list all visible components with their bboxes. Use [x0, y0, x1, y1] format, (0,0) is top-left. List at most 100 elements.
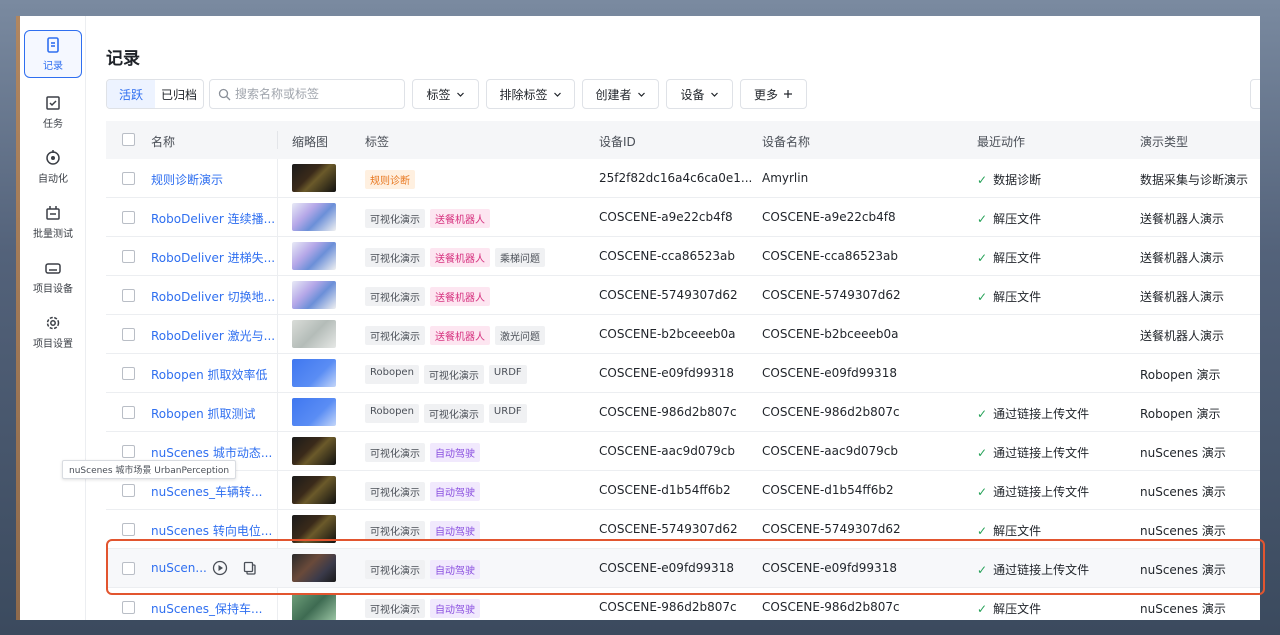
search-input[interactable]: [235, 87, 395, 101]
tag-badge[interactable]: 自动驾驶: [430, 443, 480, 462]
sidebar-item-project-devices[interactable]: 项目设备: [24, 253, 82, 301]
record-name-link[interactable]: Robopen 抓取测试: [151, 405, 256, 422]
table-row[interactable]: nuScenes_保持车... 可视化演示 自动驾驶 COSCENE-986d2b80…: [106, 588, 1260, 620]
record-thumbnail[interactable]: [292, 359, 336, 387]
row-checkbox[interactable]: [122, 211, 135, 224]
record-thumbnail[interactable]: [292, 476, 336, 504]
tag-badge[interactable]: 可视化演示: [365, 248, 425, 267]
toolbar-overflow-button[interactable]: [1250, 79, 1260, 109]
tag-badge[interactable]: 可视化演示: [365, 521, 425, 540]
demo-type-cell: Robopen 演示: [1140, 368, 1221, 382]
tag-badge[interactable]: 可视化演示: [365, 482, 425, 501]
row-checkbox[interactable]: [122, 172, 135, 185]
tag-badge[interactable]: 可视化演示: [365, 209, 425, 228]
record-thumbnail[interactable]: [292, 554, 336, 582]
record-name-link[interactable]: nuScenes 转向电位...: [151, 522, 272, 539]
tag-badge[interactable]: 乘梯问题: [495, 248, 545, 267]
creator-dropdown[interactable]: 创建者: [582, 79, 659, 109]
record-thumbnail[interactable]: [292, 320, 336, 348]
table-row[interactable]: RoboDeliver 进梯失... 可视化演示 送餐机器人 乘梯问题 COSCENE-…: [106, 237, 1260, 276]
tag-badge[interactable]: 自动驾驶: [430, 560, 480, 579]
row-checkbox[interactable]: [122, 445, 135, 458]
record-thumbnail[interactable]: [292, 242, 336, 270]
record-name-link[interactable]: nuScenes_车辆转...: [151, 483, 263, 500]
more-filters-button[interactable]: 更多: [740, 79, 807, 109]
play-icon[interactable]: [212, 560, 228, 576]
row-checkbox[interactable]: [122, 562, 135, 575]
row-checkbox[interactable]: [122, 406, 135, 419]
tag-badge[interactable]: 可视化演示: [365, 287, 425, 306]
table-row[interactable]: RoboDeliver 激光与... 可视化演示 送餐机器人 激光问题 COSCENE-…: [106, 315, 1260, 354]
sidebar-item-batch-test[interactable]: 批量测试: [24, 198, 82, 246]
table-row[interactable]: nuScenes_车辆转... 可视化演示 自动驾驶 COSCENE-d1b54ff6…: [106, 471, 1260, 510]
record-name-link[interactable]: RoboDeliver 激光与...: [151, 327, 275, 344]
table-row[interactable]: nuScenes 城市动态... 可视化演示 自动驾驶 COSCENE-aac9d07…: [106, 432, 1260, 471]
select-all-checkbox[interactable]: [122, 133, 135, 146]
tab-active[interactable]: 活跃: [107, 80, 155, 108]
row-checkbox[interactable]: [122, 250, 135, 263]
column-header-last-action[interactable]: 最近动作: [977, 133, 1025, 150]
tag-badge[interactable]: 送餐机器人: [430, 287, 490, 306]
tags-filter-dropdown[interactable]: 标签: [412, 79, 479, 109]
row-checkbox[interactable]: [122, 523, 135, 536]
tag-badge[interactable]: URDF: [488, 404, 527, 423]
record-thumbnail[interactable]: [292, 164, 336, 192]
tag-badge[interactable]: 送餐机器人: [430, 209, 490, 228]
sidebar-item-project-settings[interactable]: 项目设置: [24, 308, 82, 356]
device-name-cell: COSCENE-5749307d62: [762, 288, 901, 302]
table-row[interactable]: Robopen 抓取效率低 Robopen 可视化演示 URDF COSCENE-e09…: [106, 354, 1260, 393]
record-thumbnail[interactable]: [292, 437, 336, 465]
record-name-link[interactable]: RoboDeliver 切换地...: [151, 288, 275, 305]
record-thumbnail[interactable]: [292, 593, 336, 620]
tag-badge[interactable]: 送餐机器人: [430, 248, 490, 267]
tab-archived[interactable]: 已归档: [155, 80, 203, 108]
sidebar-item-automation[interactable]: 自动化: [24, 143, 82, 191]
tag-badge[interactable]: 送餐机器人: [430, 326, 490, 345]
column-header-device-id[interactable]: 设备ID: [599, 133, 636, 150]
row-checkbox[interactable]: [122, 484, 135, 497]
exclude-tags-dropdown[interactable]: 排除标签: [486, 79, 575, 109]
sidebar-item-tasks[interactable]: 任务: [24, 88, 82, 136]
record-name-link[interactable]: nuScen...: [151, 561, 207, 575]
tag-badge[interactable]: 自动驾驶: [430, 521, 480, 540]
column-header-device-name[interactable]: 设备名称: [762, 133, 810, 150]
tag-badge[interactable]: 可视化演示: [365, 560, 425, 579]
record-name-link[interactable]: RoboDeliver 进梯失...: [151, 249, 275, 266]
table-row[interactable]: nuScen... 可视化演示 自动驾驶 COSCENE-e09fd99318 COSC…: [106, 549, 1260, 588]
tag-badge[interactable]: 自动驾驶: [430, 599, 480, 618]
record-name-link[interactable]: Robopen 抓取效率低: [151, 366, 268, 383]
row-checkbox[interactable]: [122, 328, 135, 341]
record-thumbnail[interactable]: [292, 398, 336, 426]
table-row[interactable]: Robopen 抓取测试 Robopen 可视化演示 URDF COSCENE-986d…: [106, 393, 1260, 432]
tag-badge[interactable]: 可视化演示: [365, 443, 425, 462]
tag-badge[interactable]: 可视化演示: [365, 599, 425, 618]
table-row[interactable]: 规则诊断演示 规则诊断 25f2f82dc16a4c6ca0e1... Amyrlin…: [106, 159, 1260, 198]
tag-badge[interactable]: 可视化演示: [423, 404, 484, 423]
tag-badge[interactable]: 可视化演示: [423, 365, 484, 384]
tag-badge[interactable]: 可视化演示: [365, 326, 425, 345]
tag-badge[interactable]: Robopen: [365, 404, 419, 423]
record-name-link[interactable]: RoboDeliver 连续播...: [151, 210, 275, 227]
tag-badge[interactable]: 激光问题: [495, 326, 545, 345]
record-thumbnail[interactable]: [292, 281, 336, 309]
column-header-demo-type[interactable]: 演示类型: [1140, 133, 1188, 150]
record-thumbnail[interactable]: [292, 203, 336, 231]
column-header-name[interactable]: 名称: [151, 133, 175, 150]
record-name-link[interactable]: nuScenes 城市动态...: [151, 444, 272, 461]
row-checkbox[interactable]: [122, 289, 135, 302]
tag-badge[interactable]: 规则诊断: [365, 170, 415, 189]
table-row[interactable]: nuScenes 转向电位... 可视化演示 自动驾驶 COSCENE-5749307…: [106, 510, 1260, 549]
table-row[interactable]: RoboDeliver 连续播... 可视化演示 送餐机器人 COSCENE-a9e2…: [106, 198, 1260, 237]
tag-badge[interactable]: Robopen: [365, 365, 419, 384]
record-thumbnail[interactable]: [292, 515, 336, 543]
row-checkbox[interactable]: [122, 367, 135, 380]
sidebar-item-records[interactable]: 记录: [24, 30, 82, 78]
tag-badge[interactable]: 自动驾驶: [430, 482, 480, 501]
tag-badge[interactable]: URDF: [488, 365, 527, 384]
record-name-link[interactable]: 规则诊断演示: [151, 171, 223, 188]
row-checkbox[interactable]: [122, 601, 135, 614]
copy-icon[interactable]: [242, 560, 258, 576]
record-name-link[interactable]: nuScenes_保持车...: [151, 600, 263, 617]
device-dropdown[interactable]: 设备: [666, 79, 733, 109]
table-row[interactable]: RoboDeliver 切换地... 可视化演示 送餐机器人 COSCENE-5749…: [106, 276, 1260, 315]
